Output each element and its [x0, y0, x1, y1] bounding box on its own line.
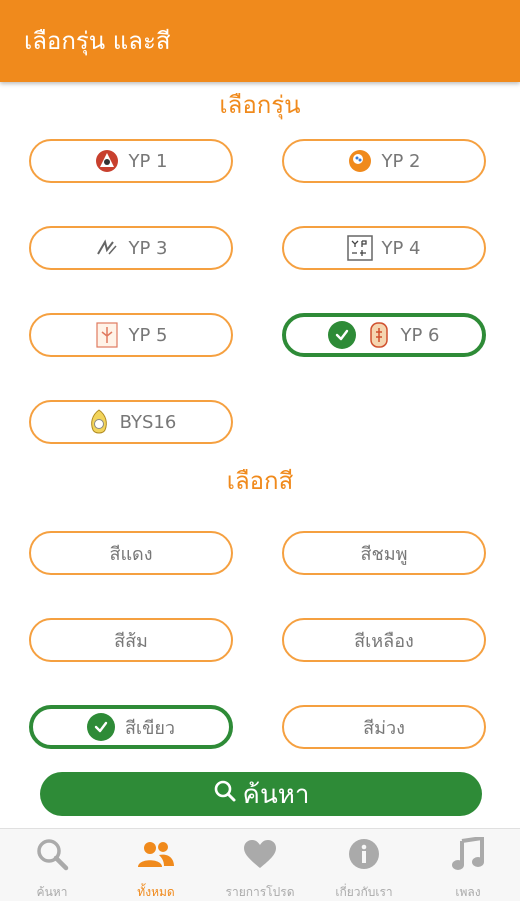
tab-about[interactable]: เกี่ยวกับเรา	[312, 829, 416, 901]
color-label: สีส้ม	[114, 630, 148, 652]
tab-all[interactable]: ทั้งหมด	[104, 829, 208, 901]
color-option-green[interactable]: สีเขียว	[29, 705, 233, 749]
tab-favorites[interactable]: รายการโปรด	[208, 829, 312, 901]
page-title: เลือกรุ่น และสี	[24, 27, 171, 55]
app-header: เลือกรุ่น และสี	[0, 0, 520, 82]
search-button[interactable]: ค้นหา	[40, 772, 482, 816]
model-option-yp1[interactable]: YP 1	[29, 139, 233, 183]
model-option-yp4[interactable]: YP 4	[282, 226, 486, 270]
color-label: สีแดง	[109, 543, 153, 565]
tab-music[interactable]: เพลง	[416, 829, 520, 901]
tab-label: ทั้งหมด	[137, 885, 175, 899]
yp4-logo-icon	[347, 235, 374, 261]
search-icon	[213, 779, 243, 810]
tab-label: รายการโปรด	[225, 885, 295, 899]
music-note-icon	[452, 837, 484, 871]
bys16-logo-icon	[86, 409, 112, 435]
bottom-tab-bar: ค้นหา ทั้งหมด รายการโปรด เกี่ยวกับเรา เพ…	[0, 828, 520, 901]
color-label: สีชมพู	[360, 543, 408, 565]
models-section-title: เลือกรุ่น	[219, 91, 301, 119]
color-option-red[interactable]: สีแดง	[29, 531, 233, 575]
model-option-yp2[interactable]: YP 2	[282, 139, 486, 183]
model-option-bys16[interactable]: BYS16	[29, 400, 233, 444]
tab-label: ค้นหา	[36, 885, 68, 899]
color-option-purple[interactable]: สีม่วง	[282, 705, 486, 749]
search-icon	[35, 837, 69, 871]
yp6-logo-icon	[366, 322, 392, 348]
yp3-logo-icon	[94, 235, 120, 261]
color-label: สีเหลือง	[354, 630, 414, 652]
tab-label: เกี่ยวกับเรา	[335, 885, 393, 899]
model-label: BYS16	[119, 411, 177, 433]
tab-search[interactable]: ค้นหา	[0, 829, 104, 901]
color-option-pink[interactable]: สีชมพู	[282, 531, 486, 575]
people-icon	[137, 837, 175, 871]
yp2-logo-icon	[347, 148, 373, 174]
yp5-logo-icon	[94, 322, 120, 348]
model-label: YP 2	[381, 150, 421, 172]
model-label: YP 1	[128, 150, 168, 172]
colors-section-title: เลือกสี	[226, 467, 294, 495]
model-label: YP 5	[128, 324, 168, 346]
search-button-label: ค้นหา	[242, 779, 310, 810]
checkmark-icon	[328, 321, 357, 349]
model-label: YP 6	[400, 324, 440, 346]
color-option-yellow[interactable]: สีเหลือง	[282, 618, 486, 662]
tab-label: เพลง	[455, 885, 481, 899]
heart-icon	[243, 837, 277, 871]
checkmark-icon	[86, 713, 115, 741]
model-option-yp6[interactable]: YP 6	[282, 313, 486, 357]
color-label: สีเขียว	[124, 717, 176, 739]
model-option-yp5[interactable]: YP 5	[29, 313, 233, 357]
model-option-yp3[interactable]: YP 3	[29, 226, 233, 270]
color-label: สีม่วง	[363, 717, 405, 739]
model-label: YP 4	[381, 237, 421, 259]
color-option-orange[interactable]: สีส้ม	[29, 618, 233, 662]
yp1-logo-icon	[94, 148, 120, 174]
info-icon	[348, 837, 380, 871]
model-label: YP 3	[128, 237, 168, 259]
